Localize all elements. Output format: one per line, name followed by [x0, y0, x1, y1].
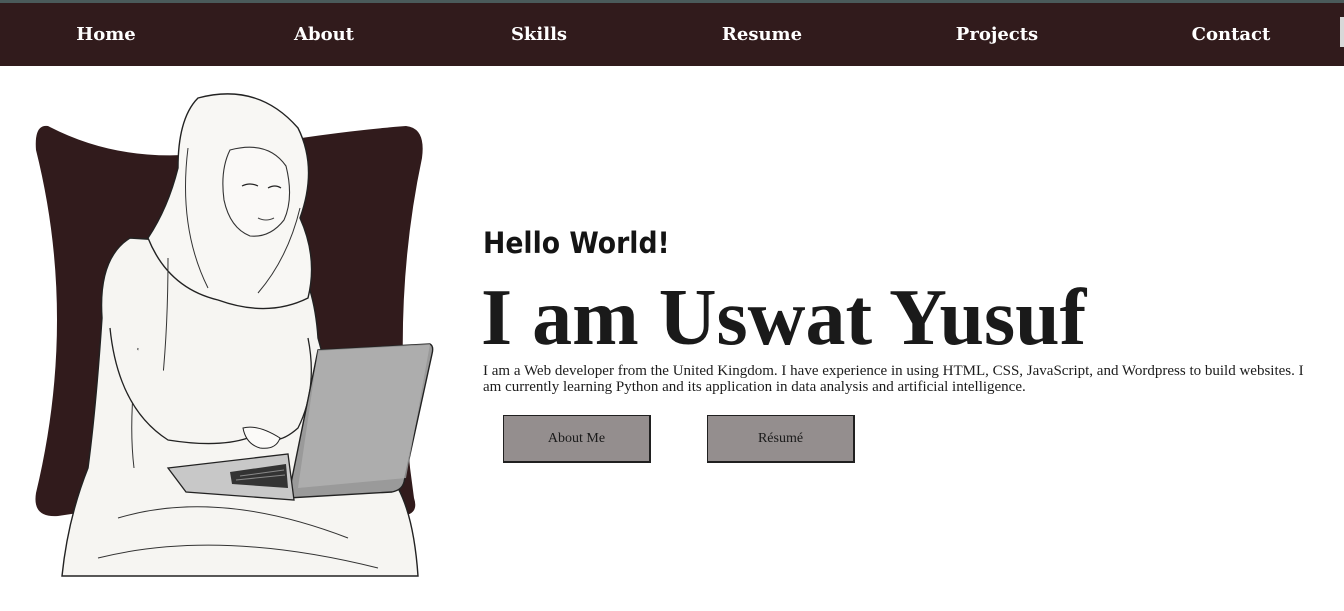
nav-home-link[interactable]: Home	[76, 3, 136, 66]
top-navigation: Home About Skills Resume Projects Contac…	[0, 3, 1344, 66]
bio-line-1: I am a Web developer from the United Kin…	[483, 363, 1304, 379]
woman-with-laptop-illustration	[35, 93, 434, 577]
scrollbar-thumb[interactable]	[1340, 17, 1344, 47]
nav-resume-link[interactable]: Resume	[722, 3, 802, 66]
greeting-heading: Hello World!	[483, 226, 670, 260]
about-me-button[interactable]: About Me	[503, 415, 651, 463]
nav-about-link[interactable]: About	[294, 3, 354, 66]
hero-name-heading: I am Uswat Yusuf	[481, 274, 1087, 362]
nav-skills-link[interactable]: Skills	[511, 3, 567, 66]
resume-button[interactable]: Résumé	[707, 415, 855, 463]
nav-projects-link[interactable]: Projects	[956, 3, 1038, 66]
face-shape	[222, 146, 291, 237]
nav-contact-link[interactable]: Contact	[1192, 3, 1271, 66]
bio-paragraph: I am a Web developer from the United Kin…	[483, 363, 1344, 395]
bio-line-2: am currently learning Python and its app…	[483, 379, 1026, 395]
